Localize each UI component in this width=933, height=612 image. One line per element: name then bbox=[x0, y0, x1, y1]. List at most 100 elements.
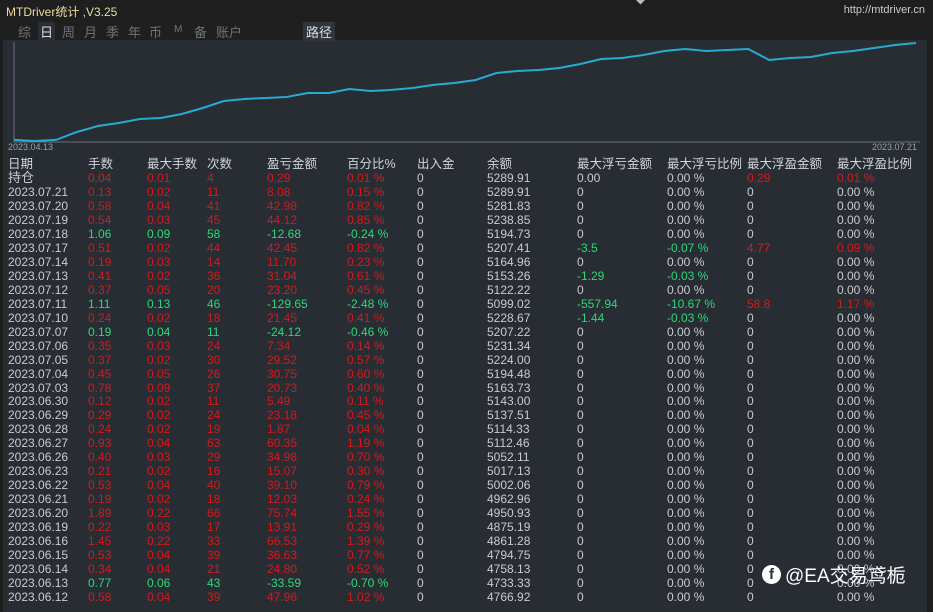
table-cell: 0 bbox=[417, 324, 424, 339]
column-header[interactable]: 最大浮盈比例 bbox=[837, 157, 912, 171]
table-cell: 5017.13 bbox=[487, 464, 531, 479]
table-cell: 0.03 bbox=[147, 212, 171, 227]
right-scrollbar[interactable] bbox=[927, 19, 933, 612]
column-header[interactable]: 百分比% bbox=[347, 157, 396, 171]
column-header[interactable]: 余额 bbox=[487, 157, 512, 171]
table-cell: 2023.07.19 bbox=[8, 212, 69, 227]
column-header[interactable]: 日期 bbox=[8, 157, 33, 171]
equity-chart-svg bbox=[13, 42, 920, 143]
table-row: 2023.06.22 0.53 0.04 40 39.10 0.79 % 0 5002.06 0… bbox=[0, 478, 925, 492]
table-cell: 0.02 bbox=[147, 240, 171, 255]
table-cell: 5224.00 bbox=[487, 352, 531, 367]
table-cell: 0.51 bbox=[88, 240, 112, 255]
table-cell: 5289.91 bbox=[487, 184, 531, 199]
column-header[interactable]: 出入金 bbox=[417, 157, 455, 171]
table-cell: 33 bbox=[207, 534, 221, 549]
tab-path[interactable]: 路径 bbox=[303, 22, 336, 41]
table-header: 日期 手数 最大手数 次数 盈亏金额 百分比% 出入金 余额 最大浮亏金额 最大浮亏比例 最大浮盈金… bbox=[0, 157, 925, 171]
table-cell: 5207.41 bbox=[487, 240, 531, 255]
column-header[interactable]: 最大浮盈金额 bbox=[747, 157, 822, 171]
table-cell: 11.70 bbox=[267, 254, 297, 269]
table-cell: 2023.06.13 bbox=[8, 576, 69, 591]
table-cell: 0.40 bbox=[88, 450, 112, 465]
table-cell: 0 bbox=[417, 422, 424, 437]
table-cell: 24.80 bbox=[267, 562, 298, 577]
table-cell: 0.00 % bbox=[667, 520, 705, 535]
table-row: 2023.07.10 0.24 0.02 18 21.45 0.41 % 0 5228.67 -… bbox=[0, 311, 925, 325]
table-cell: 0.04 bbox=[147, 324, 171, 339]
tab-4[interactable]: 季 bbox=[106, 22, 119, 41]
table-cell: 5228.67 bbox=[487, 310, 531, 325]
tab-0[interactable]: 综 bbox=[18, 22, 31, 41]
table-row: 2023.06.23 0.21 0.02 16 15.07 0.30 % 0 5017.13 0… bbox=[0, 464, 925, 478]
table-cell: 0.00 % bbox=[667, 506, 705, 521]
table-cell: 0 bbox=[747, 422, 754, 437]
table-cell: 0.19 bbox=[88, 324, 112, 339]
table-cell: 5114.33 bbox=[487, 422, 530, 437]
table-cell: 36 bbox=[207, 268, 221, 283]
column-header[interactable]: 最大浮亏金额 bbox=[577, 157, 652, 171]
table-cell: 18 bbox=[207, 310, 221, 325]
table-cell: 29 bbox=[207, 450, 221, 465]
table-cell: 0.22 bbox=[147, 534, 171, 549]
table-cell: 0 bbox=[747, 198, 754, 213]
table-cell: 4.77 bbox=[747, 240, 771, 255]
tab-7[interactable]: M bbox=[174, 24, 182, 35]
table-cell: -3.5 bbox=[577, 240, 598, 255]
tab-3[interactable]: 月 bbox=[84, 22, 97, 41]
table-cell: 13.91 bbox=[267, 520, 298, 535]
table-cell: 0.02 bbox=[147, 268, 171, 283]
column-header[interactable]: 盈亏金额 bbox=[267, 157, 317, 171]
table-cell: 0.04 bbox=[147, 478, 171, 493]
table-cell: 0.00 % bbox=[837, 394, 875, 409]
table-cell: 1.87 bbox=[267, 422, 291, 437]
table-cell: 0 bbox=[747, 268, 754, 283]
table-cell: 0.00 % bbox=[837, 478, 875, 493]
table-cell: 持仓 bbox=[8, 169, 35, 185]
table-cell: 0 bbox=[577, 394, 584, 409]
table-cell: 0.02 bbox=[147, 492, 171, 507]
table-cell: 42.45 bbox=[267, 240, 298, 255]
table-cell: 0.00 % bbox=[667, 464, 705, 479]
table-cell: 2023.06.12 bbox=[8, 590, 69, 605]
social-logo-icon: f bbox=[762, 565, 781, 584]
table-cell: 5112.46 bbox=[487, 436, 530, 451]
column-header[interactable]: 手数 bbox=[88, 157, 113, 171]
table-cell: 0 bbox=[577, 422, 584, 437]
tab-2[interactable]: 周 bbox=[62, 22, 75, 41]
table-cell: 31.04 bbox=[267, 268, 298, 283]
table-cell: 0 bbox=[577, 464, 584, 479]
table-cell: 0.53 bbox=[88, 478, 112, 493]
table-cell: 0 bbox=[747, 506, 754, 521]
table-cell: 2023.07.12 bbox=[8, 282, 69, 297]
table-cell: 0.77 % bbox=[347, 548, 385, 563]
table-row: 2023.07.11 1.11 0.13 46 -129.65 -2.48 % 0 5099.… bbox=[0, 297, 925, 311]
website-link[interactable]: http://mtdriver.cn bbox=[844, 4, 925, 16]
table-cell: 0 bbox=[577, 254, 584, 269]
table-cell: 0 bbox=[417, 170, 424, 185]
table-cell: 0 bbox=[417, 590, 424, 605]
table-cell: 46 bbox=[207, 296, 221, 311]
table-row: 2023.06.26 0.40 0.03 29 34.98 0.70 % 0 5052.11 0… bbox=[0, 450, 925, 464]
table-cell: 0 bbox=[747, 576, 754, 591]
table-cell: 0 bbox=[747, 282, 754, 297]
table-cell: 1.89 bbox=[88, 506, 112, 521]
table-cell: 0.02 bbox=[147, 184, 171, 199]
table-cell: 0.29 bbox=[267, 170, 291, 185]
watermark: f @EA交易鸢栀 bbox=[762, 561, 906, 588]
table-cell: 1.17 % bbox=[837, 296, 875, 311]
tab-8[interactable]: 备 bbox=[194, 22, 207, 41]
tab-1[interactable]: 日 bbox=[38, 22, 56, 41]
table-cell: 0.00 % bbox=[667, 478, 705, 493]
tab-6[interactable]: 币 bbox=[149, 22, 162, 41]
table-cell: 0.04 bbox=[147, 562, 171, 577]
column-header[interactable]: 最大浮亏比例 bbox=[667, 157, 742, 171]
table-cell: 0.41 bbox=[88, 268, 112, 283]
table-cell: 0.00 % bbox=[837, 520, 875, 535]
tab-5[interactable]: 年 bbox=[128, 22, 141, 41]
tab-9[interactable]: 账户 bbox=[216, 22, 242, 41]
column-header[interactable]: 最大手数 bbox=[147, 157, 197, 171]
table-cell: 1.11 bbox=[88, 296, 111, 311]
column-header[interactable]: 次数 bbox=[207, 157, 232, 171]
table-cell: 19 bbox=[207, 422, 221, 437]
